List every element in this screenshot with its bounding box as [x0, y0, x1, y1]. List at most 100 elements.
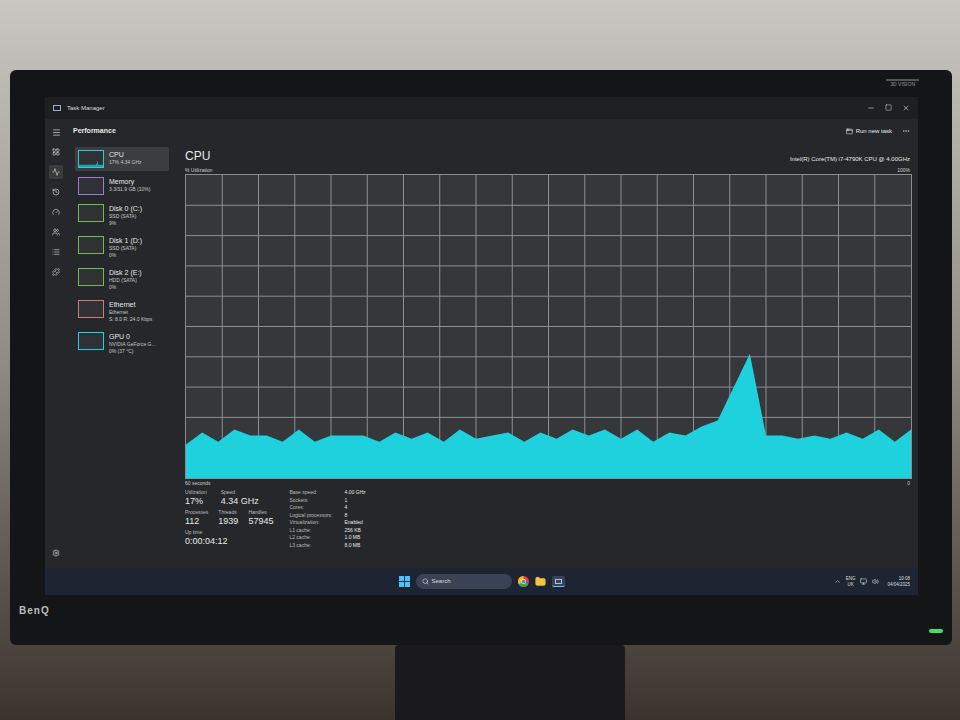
run-task-icon: [846, 128, 853, 135]
windows-icon[interactable]: [399, 576, 410, 587]
title-bar: Task Manager: [45, 97, 918, 119]
search-box[interactable]: Search: [416, 574, 512, 589]
details-icon[interactable]: [49, 245, 63, 259]
item-detail: 0%: [109, 252, 142, 259]
thumbnail-graph: [78, 236, 104, 254]
spec-value: 1.0 MB: [344, 534, 365, 542]
thumbnail-graph: [78, 300, 104, 318]
item-detail: 0%: [109, 284, 142, 291]
settings-icon[interactable]: [49, 546, 63, 560]
desk: [0, 645, 960, 720]
power-led: [929, 629, 943, 633]
run-task-button[interactable]: Run new task: [846, 127, 892, 136]
language[interactable]: ENGUK: [846, 576, 856, 588]
spec-value: 4: [344, 504, 365, 512]
search-icon: [422, 578, 429, 585]
item-name: Ethernet: [109, 300, 152, 309]
stat: Utilization17%: [185, 489, 207, 507]
item-detail: SSD (SATA): [109, 245, 142, 252]
specs: Base speed:4.00 GHzSockets:1Cores:4Logic…: [289, 489, 365, 549]
thumbnail-graph: [78, 204, 104, 222]
stats: Utilization17% Speed4.34 GHz Processes112 T…: [185, 489, 910, 549]
stat: Processes112: [185, 509, 208, 527]
folder-icon[interactable]: [535, 576, 546, 587]
minimize-icon[interactable]: [867, 104, 875, 112]
tray-expand-icon[interactable]: [834, 578, 841, 585]
close-icon[interactable]: [902, 104, 910, 112]
window-title: Task Manager: [67, 104, 105, 113]
item-detail: 3.3/31.9 GB (10%): [109, 186, 150, 193]
sidebar: CPU17% 4.34 GHz Memory3.3/31.9 GB (10%) Di…: [67, 143, 177, 568]
maximize-icon[interactable]: [885, 104, 892, 111]
brand-logo: BenQ: [19, 603, 50, 618]
item-detail: 17% 4.34 GHz: [109, 159, 142, 166]
mini-graph: [79, 151, 103, 167]
startup-icon[interactable]: [49, 205, 63, 219]
spec-value: 1: [344, 497, 365, 505]
sidebar-item[interactable]: Disk 2 (E:)HDD (SATA)0%: [75, 265, 169, 294]
item-detail: S: 8.0 R: 24.0 Kbps: [109, 316, 152, 323]
item-name: Disk 2 (E:): [109, 268, 142, 277]
item-name: Disk 0 (C:): [109, 204, 142, 213]
photo: 3D VISION Task Manager Performance Run new …: [0, 0, 960, 720]
services-icon[interactable]: [49, 265, 63, 279]
item-detail: 0% (37 °C): [109, 348, 157, 355]
sidebar-item[interactable]: Memory3.3/31.9 GB (10%): [75, 174, 169, 198]
sidebar-item[interactable]: GPU 0NVIDIA GeForce G…0% (37 °C): [75, 329, 169, 358]
nav-rail: [45, 119, 67, 568]
item-detail: Ethernet: [109, 309, 152, 316]
main-title: CPU: [185, 149, 210, 163]
uptime: Up time0:00:04:12: [185, 529, 273, 547]
page-title: Performance: [73, 126, 116, 137]
sticker: 3D VISION: [886, 79, 919, 81]
spec-value: 4.00 GHz: [344, 489, 365, 497]
stat: Threads1939: [218, 509, 238, 527]
clock[interactable]: 10:0804/04/2025: [887, 576, 910, 588]
sidebar-item[interactable]: CPU17% 4.34 GHz: [75, 147, 169, 171]
chrome-icon[interactable]: [518, 576, 529, 587]
task-manager-icon[interactable]: [552, 576, 565, 587]
spec-label: Logical processors:: [289, 512, 332, 520]
item-detail: SSD (SATA): [109, 213, 142, 220]
stat: Speed4.34 GHz: [221, 489, 259, 507]
spec-value: 8.0 MB: [344, 542, 365, 550]
page-header: Performance Run new task: [67, 119, 918, 143]
spec-value: 8: [344, 512, 365, 520]
spec-label: Sockets:: [289, 497, 332, 505]
spec-label: L3 cache:: [289, 542, 332, 550]
taskbar: Search ENGUK 10:0804/04/2025: [45, 568, 918, 595]
spec-label: L1 cache:: [289, 527, 332, 535]
performance-icon[interactable]: [49, 165, 63, 179]
y-max: 100%: [897, 166, 910, 174]
item-detail: 9%: [109, 220, 142, 227]
processes-icon[interactable]: [49, 145, 63, 159]
app-icon: [53, 105, 61, 111]
x-label: 60 seconds: [185, 479, 211, 487]
item-detail: HDD (SATA): [109, 277, 142, 284]
thumbnail-graph: [78, 268, 104, 286]
screen: Task ManagerPerformanceRun new taskCPU17…: [45, 97, 918, 595]
thumbnail-graph: [78, 177, 104, 195]
bottom-bezel: BenQ: [19, 595, 943, 645]
cpu-chart: [185, 174, 912, 479]
menu-icon[interactable]: [49, 125, 63, 139]
thumbnail-graph: [78, 150, 104, 168]
more-icon[interactable]: [902, 127, 910, 135]
item-name: GPU 0: [109, 332, 157, 341]
sidebar-item[interactable]: Disk 0 (C:)SSD (SATA)9%: [75, 201, 169, 230]
volume-icon[interactable]: [872, 578, 879, 585]
history-icon[interactable]: [49, 185, 63, 199]
spec-value: 256 KB: [344, 527, 365, 535]
network-icon[interactable]: [860, 578, 867, 585]
sidebar-item[interactable]: EthernetEthernetS: 8.0 R: 24.0 Kbps: [75, 297, 169, 326]
spec-label: L2 cache:: [289, 534, 332, 542]
item-name: Memory: [109, 177, 150, 186]
item-name: CPU: [109, 150, 142, 159]
users-icon[interactable]: [49, 225, 63, 239]
spec-label: Virtualization:: [289, 519, 332, 527]
item-name: Disk 1 (D:): [109, 236, 142, 245]
sidebar-item[interactable]: Disk 1 (D:)SSD (SATA)0%: [75, 233, 169, 262]
spec-label: Base speed:: [289, 489, 332, 497]
cpu-model: Intel(R) Core(TM) i7-4790K CPU @ 4.00GHz: [790, 155, 910, 163]
thumbnail-graph: [78, 332, 104, 350]
